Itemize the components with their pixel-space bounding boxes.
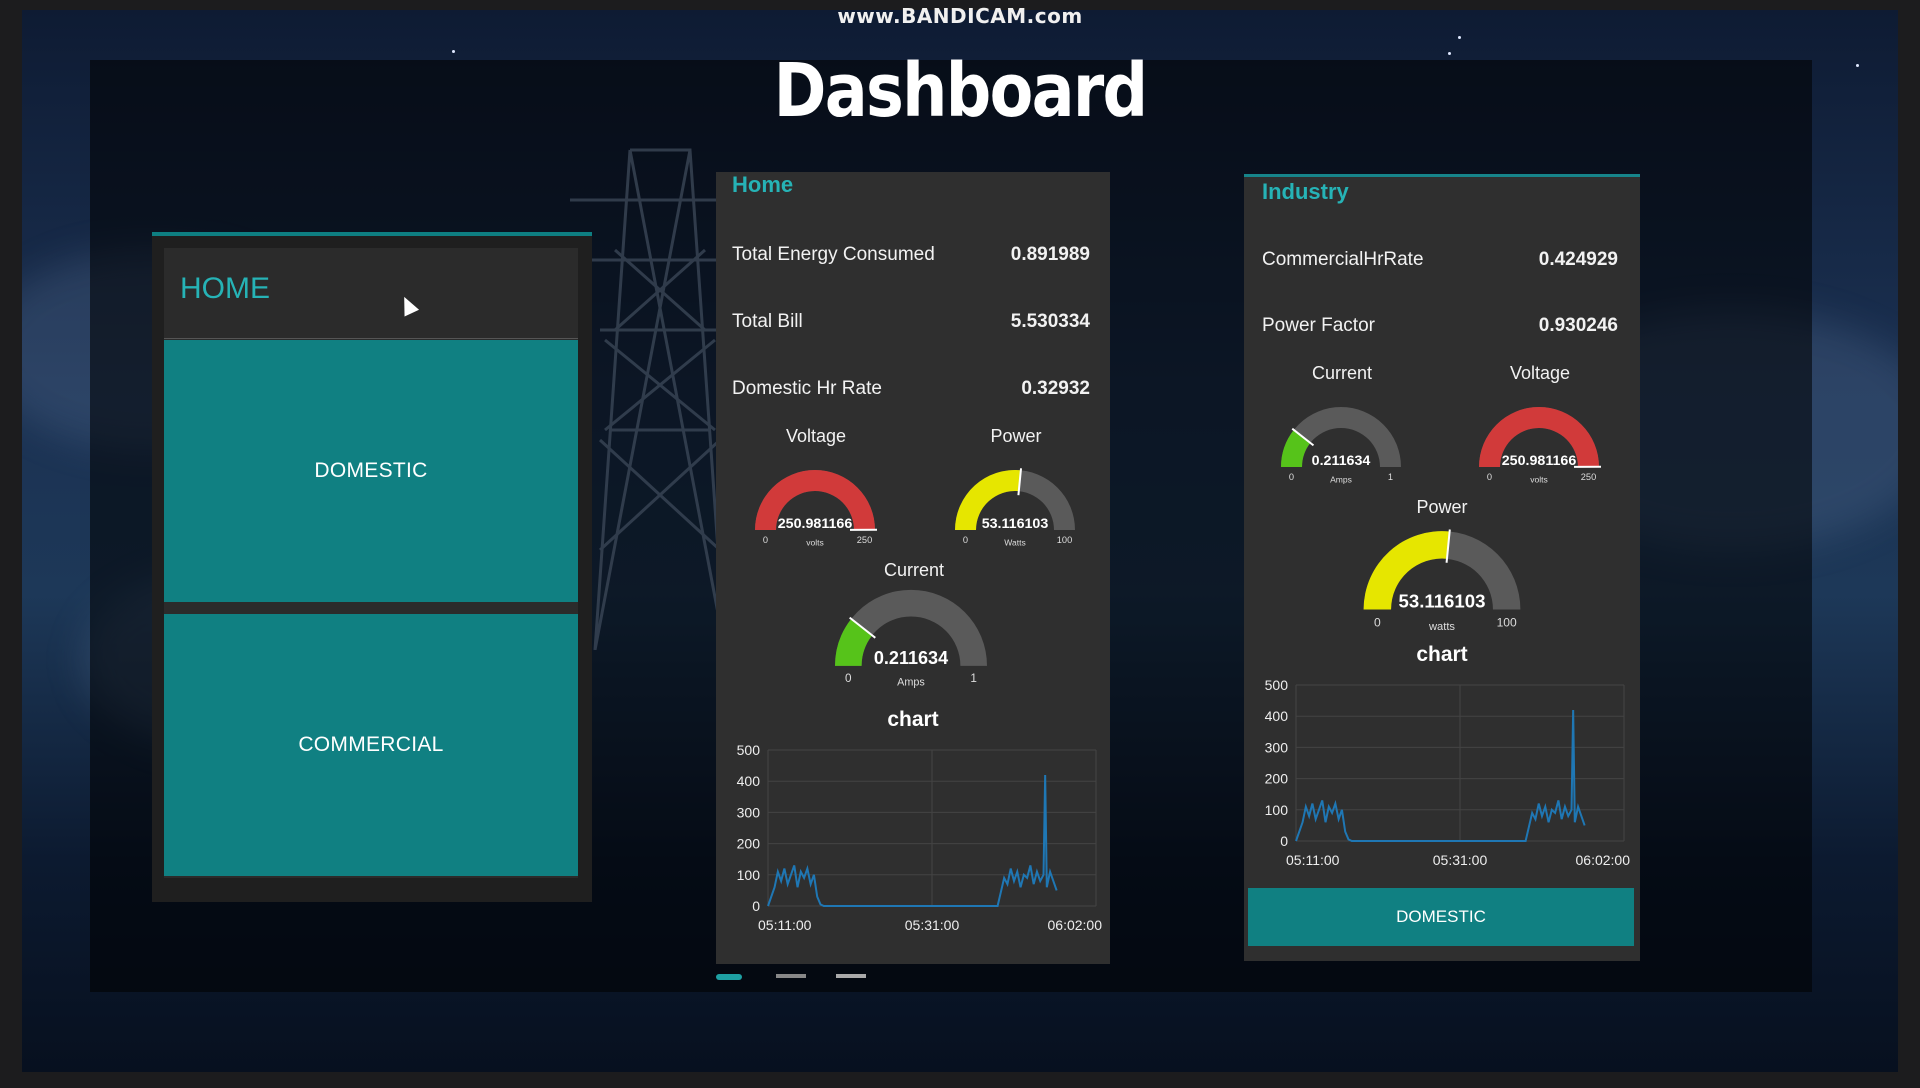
star <box>1856 64 1859 67</box>
x-tick-label: 05:31:00 <box>1433 852 1488 868</box>
y-tick-label: 100 <box>1265 802 1289 818</box>
current-gauge: 0.211634 Amps 0 1 <box>1281 407 1401 485</box>
home-row-label: Domestic Hr Rate <box>732 378 882 399</box>
gauge-max: 250 <box>1581 472 1596 482</box>
industry-row-value: 0.930246 <box>1538 315 1618 336</box>
gauge-max: 1 <box>970 672 977 685</box>
home-panel: Home Total Energy Consumed 0.891989 Tota… <box>716 172 1110 964</box>
y-tick-label: 0 <box>1280 833 1288 849</box>
gauge-unit: watts <box>1428 621 1455 633</box>
commercial-button[interactable]: COMMERCIAL <box>164 614 578 876</box>
gauge-min: 0 <box>763 535 768 545</box>
gauge-unit: Amps <box>897 677 925 689</box>
pagination-dots <box>716 974 1116 980</box>
domestic-footer-button-label: DOMESTIC <box>1396 907 1486 926</box>
y-tick-label: 400 <box>1265 708 1289 724</box>
gauge-unit: volts <box>1530 475 1548 485</box>
y-tick-label: 300 <box>737 804 761 820</box>
industry-row-label: CommercialHrRate <box>1262 249 1424 270</box>
voltage-gauge: 250.981166 volts 0 250 <box>1479 406 1602 485</box>
gauge-value: 250.981166 <box>1502 453 1577 469</box>
page-dot[interactable] <box>836 974 866 978</box>
industry-panel-title: Industry <box>1262 179 1349 204</box>
y-tick-label: 100 <box>737 867 761 883</box>
industry-panel: Industry CommercialHrRate 0.424929 Power… <box>1244 174 1640 961</box>
gauge-unit: Amps <box>1330 475 1352 485</box>
y-tick-label: 500 <box>737 742 761 758</box>
x-tick-label: 05:11:00 <box>758 917 812 933</box>
series-line <box>767 774 1058 907</box>
gauge-max: 1 <box>1388 472 1393 482</box>
home-row-label: Total Bill <box>732 311 803 332</box>
y-tick-label: 300 <box>1265 739 1289 755</box>
power-gauge: 53.116103 Watts 0 100 <box>955 468 1075 548</box>
gauge-unit: Watts <box>1004 538 1026 548</box>
gauge-title-voltage: Voltage <box>1509 363 1571 383</box>
domestic-footer-button[interactable]: DOMESTIC <box>1248 888 1634 946</box>
chart-title: chart <box>1416 643 1468 666</box>
y-tick-label: 200 <box>737 836 761 852</box>
series-line <box>1295 709 1586 842</box>
gauge-title-current: Current <box>1311 363 1373 383</box>
page-dot-active[interactable] <box>716 974 742 980</box>
home-row-label: Total Energy Consumed <box>732 244 935 265</box>
nav-header: HOME <box>164 248 578 339</box>
gauge-min: 0 <box>845 672 852 685</box>
x-tick-label: 06:02:00 <box>1048 917 1103 933</box>
y-tick-label: 400 <box>737 773 761 789</box>
home-line-chart: 500 400 300 200 100 0 05:11:00 05:31:00 06:02:00 <box>737 742 1103 933</box>
gauge-value: 250.981166 <box>778 516 853 532</box>
gauge-min: 0 <box>1487 472 1492 482</box>
gauge-unit: volts <box>806 538 824 548</box>
power-gauge: 53.116103 watts 0 100 <box>1363 529 1521 633</box>
gauge-value: 53.116103 <box>982 516 1049 532</box>
y-tick-label: 0 <box>752 898 760 914</box>
home-panel-title: Home <box>732 172 794 197</box>
x-tick-label: 05:31:00 <box>905 917 960 933</box>
home-row-value: 0.32932 <box>1021 378 1090 399</box>
recording-watermark: www.BANDICAM.com <box>837 4 1083 28</box>
y-tick-label: 200 <box>1265 771 1289 787</box>
chart-title: chart <box>887 708 939 731</box>
gauge-min: 0 <box>963 535 968 545</box>
domestic-button[interactable]: DOMESTIC <box>164 340 578 602</box>
domestic-button-label: DOMESTIC <box>314 459 428 482</box>
home-row-value: 5.530334 <box>1010 311 1090 332</box>
commercial-button-label: COMMERCIAL <box>298 733 444 756</box>
gauge-min: 0 <box>1374 615 1381 629</box>
industry-line-chart: 500 400 300 200 100 0 05:11:00 05:31:00 06:02:00 <box>1265 677 1631 868</box>
gauge-min: 0 <box>1289 472 1294 482</box>
gauge-value: 0.211634 <box>874 648 948 668</box>
gauge-value: 53.116103 <box>1399 591 1486 612</box>
nav-panel: HOME DOMESTIC COMMERCIAL <box>164 248 578 878</box>
gauge-title-voltage: Voltage <box>785 426 847 446</box>
voltage-gauge: 250.981166 volts 0 250 <box>755 469 878 548</box>
home-row-value: 0.891989 <box>1010 244 1090 265</box>
x-tick-label: 05:11:00 <box>1286 852 1340 868</box>
nav-header-title: HOME <box>180 272 270 305</box>
gauge-max: 100 <box>1057 535 1072 545</box>
page-dot[interactable] <box>776 974 806 978</box>
industry-row-value: 0.424929 <box>1538 249 1618 270</box>
page-title: Dashboard <box>773 48 1148 134</box>
gauge-max: 100 <box>1497 615 1517 629</box>
star <box>1458 36 1461 39</box>
y-tick-label: 500 <box>1265 677 1289 693</box>
industry-row-label: Power Factor <box>1262 315 1375 336</box>
gauge-title-power: Power <box>990 426 1042 446</box>
current-gauge: 0.211634 Amps 0 1 <box>835 589 987 689</box>
x-tick-label: 06:02:00 <box>1576 852 1631 868</box>
gauge-value: 0.211634 <box>1312 453 1371 469</box>
gauge-max: 250 <box>857 535 872 545</box>
